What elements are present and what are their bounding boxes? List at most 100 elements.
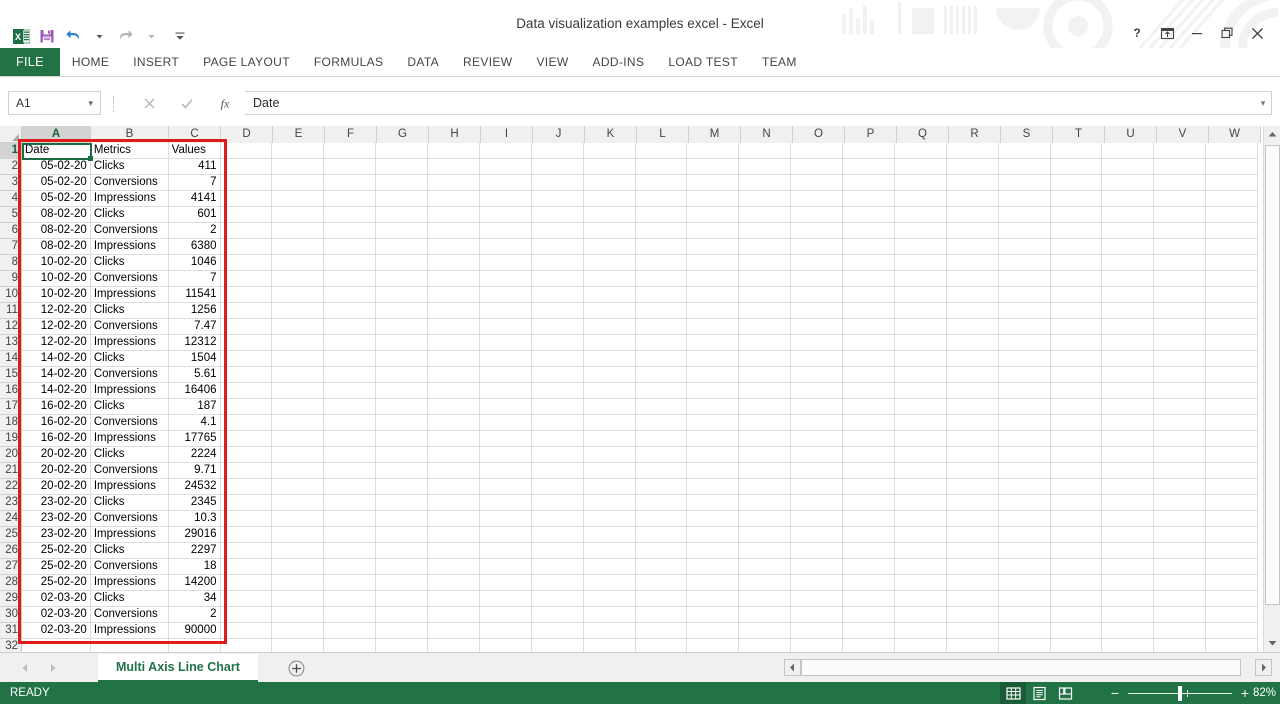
cell-L9[interactable]: [635, 271, 688, 287]
cell-D14[interactable]: [220, 351, 273, 367]
cell-R3[interactable]: [946, 175, 999, 191]
cell-V9[interactable]: [1154, 271, 1207, 287]
cell-H13[interactable]: [428, 335, 480, 351]
cell-U6[interactable]: [1102, 223, 1155, 239]
cell-E16[interactable]: [272, 383, 325, 399]
cell-R5[interactable]: [946, 207, 999, 223]
cell-U29[interactable]: [1102, 591, 1155, 607]
cell-T29[interactable]: [1050, 591, 1103, 607]
cell-J6[interactable]: [531, 223, 584, 239]
cell-P22[interactable]: [843, 479, 895, 495]
row-header-12[interactable]: 12: [0, 319, 22, 335]
column-header-P[interactable]: P: [845, 126, 897, 143]
row-header-8[interactable]: 8: [0, 255, 22, 271]
cell-B31[interactable]: Impressions: [90, 623, 169, 639]
cell-L22[interactable]: [635, 479, 688, 495]
cell-J22[interactable]: [531, 479, 584, 495]
cell-E28[interactable]: [272, 575, 325, 591]
cell-G4[interactable]: [376, 191, 428, 207]
cell-M20[interactable]: [687, 447, 740, 463]
cell-G19[interactable]: [376, 431, 428, 447]
cell-R26[interactable]: [946, 543, 999, 559]
cell-N7[interactable]: [739, 239, 792, 255]
cell-M22[interactable]: [687, 479, 740, 495]
row-header-24[interactable]: 24: [0, 511, 22, 527]
cell-S31[interactable]: [998, 623, 1051, 639]
cell-J24[interactable]: [531, 511, 584, 527]
cell-C30[interactable]: 2: [168, 607, 221, 623]
cell-O4[interactable]: [791, 191, 843, 207]
enter-icon[interactable]: [168, 91, 206, 115]
cell-R19[interactable]: [946, 431, 999, 447]
row-header-23[interactable]: 23: [0, 495, 22, 511]
cell-L21[interactable]: [635, 463, 688, 479]
cell-J7[interactable]: [531, 239, 584, 255]
row-header-25[interactable]: 25: [0, 527, 22, 543]
cell-O27[interactable]: [791, 559, 843, 575]
cell-D21[interactable]: [220, 463, 273, 479]
cell-E2[interactable]: [272, 159, 325, 175]
cell-D6[interactable]: [220, 223, 273, 239]
cell-O3[interactable]: [791, 175, 843, 191]
cell-U30[interactable]: [1102, 607, 1155, 623]
cell-R4[interactable]: [946, 191, 999, 207]
cell-E14[interactable]: [272, 351, 325, 367]
cell-C12[interactable]: 7.47: [168, 319, 221, 335]
cell-N2[interactable]: [739, 159, 792, 175]
cell-N15[interactable]: [739, 367, 792, 383]
cell-K9[interactable]: [583, 271, 636, 287]
cell-R15[interactable]: [946, 367, 999, 383]
cell-I8[interactable]: [479, 255, 532, 271]
cell-T31[interactable]: [1050, 623, 1103, 639]
cell-K16[interactable]: [583, 383, 636, 399]
cell-S16[interactable]: [998, 383, 1051, 399]
cell-V23[interactable]: [1154, 495, 1207, 511]
redo-icon[interactable]: [112, 25, 138, 47]
cell-K14[interactable]: [583, 351, 636, 367]
cell-M3[interactable]: [687, 175, 740, 191]
cell-M31[interactable]: [687, 623, 740, 639]
cell-W3[interactable]: [1206, 175, 1258, 191]
cell-B4[interactable]: Impressions: [90, 191, 169, 207]
cell-R11[interactable]: [946, 303, 999, 319]
cell-V19[interactable]: [1154, 431, 1207, 447]
cell-I15[interactable]: [479, 367, 532, 383]
cell-K11[interactable]: [583, 303, 636, 319]
cell-Q24[interactable]: [894, 511, 947, 527]
cell-T22[interactable]: [1050, 479, 1103, 495]
cell-F6[interactable]: [324, 223, 377, 239]
close-button[interactable]: [1242, 20, 1272, 46]
cell-S27[interactable]: [998, 559, 1051, 575]
cell-P28[interactable]: [843, 575, 895, 591]
cell-A29[interactable]: 02-03-20: [22, 591, 91, 607]
select-all-button[interactable]: [0, 126, 22, 143]
cell-R23[interactable]: [946, 495, 999, 511]
cell-J9[interactable]: [531, 271, 584, 287]
cell-K26[interactable]: [583, 543, 636, 559]
cell-G2[interactable]: [376, 159, 428, 175]
cell-G25[interactable]: [376, 527, 428, 543]
cell-F29[interactable]: [324, 591, 377, 607]
cell-F22[interactable]: [324, 479, 377, 495]
cell-R22[interactable]: [946, 479, 999, 495]
row-header-29[interactable]: 29: [0, 591, 22, 607]
cell-A16[interactable]: 14-02-20: [22, 383, 91, 399]
cell-Q7[interactable]: [894, 239, 947, 255]
row-header-4[interactable]: 4: [0, 191, 22, 207]
cell-T28[interactable]: [1050, 575, 1103, 591]
cell-P26[interactable]: [843, 543, 895, 559]
expand-formula-bar-icon[interactable]: ▾: [1254, 91, 1272, 115]
cell-L3[interactable]: [635, 175, 688, 191]
cell-M6[interactable]: [687, 223, 740, 239]
cell-P14[interactable]: [843, 351, 895, 367]
cell-B2[interactable]: Clicks: [90, 159, 169, 175]
cell-G3[interactable]: [376, 175, 428, 191]
cell-U16[interactable]: [1102, 383, 1155, 399]
insert-function-icon[interactable]: fx: [206, 91, 244, 115]
cell-G6[interactable]: [376, 223, 428, 239]
cell-S9[interactable]: [998, 271, 1051, 287]
column-header-H[interactable]: H: [429, 126, 481, 143]
cell-G12[interactable]: [376, 319, 428, 335]
minimize-button[interactable]: [1182, 20, 1212, 46]
cell-M8[interactable]: [687, 255, 740, 271]
